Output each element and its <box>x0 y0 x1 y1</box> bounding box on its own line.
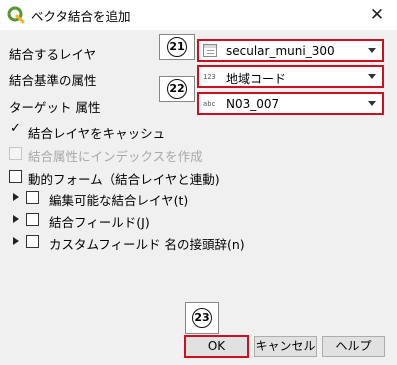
cache-layer-checkbox[interactable]: ✓ <box>9 121 22 137</box>
annotation-marker-23: 23 <box>192 308 212 328</box>
target-field-value: N03_007 <box>226 97 280 111</box>
join-layer-combobox[interactable]: secular_muni_300 <box>197 39 384 62</box>
join-layer-value: secular_muni_300 <box>226 44 335 58</box>
expand-arrow-icon[interactable] <box>13 215 19 223</box>
join-field-label: 結合基準の属性 <box>9 73 97 88</box>
annotation-marker-22: 22 <box>167 79 187 99</box>
join-field-combobox[interactable]: 123 地域コード <box>197 65 384 88</box>
dynamic-form-label: 動的フォーム（結合レイヤと連動) <box>28 172 220 187</box>
editable-layer-checkbox[interactable] <box>26 191 39 204</box>
help-button[interactable]: ヘルプ <box>322 336 385 357</box>
expand-arrow-icon[interactable] <box>13 193 19 201</box>
chevron-down-icon <box>368 101 376 106</box>
chevron-down-icon <box>368 74 376 79</box>
joined-fields-checkbox[interactable] <box>26 213 39 226</box>
annotation-box-23: 23 <box>185 302 219 334</box>
dialog-title: ベクタ結合を追加 <box>31 9 131 24</box>
close-icon: ✕ <box>369 5 385 25</box>
checkmark-icon: ✓ <box>10 121 21 136</box>
custom-prefix-checkbox[interactable] <box>26 235 39 248</box>
chevron-down-icon <box>368 48 376 53</box>
vector-table-icon <box>203 44 217 57</box>
title-bar: ベクタ結合を追加 ✕ <box>0 0 397 30</box>
join-layer-label: 結合するレイヤ <box>9 47 97 62</box>
editable-layer-label: 編集可能な結合レイヤ(t) <box>49 193 189 208</box>
cancel-button[interactable]: キャンセル <box>254 336 317 357</box>
create-index-checkbox <box>9 147 22 160</box>
close-button[interactable]: ✕ <box>365 3 389 27</box>
annotation-box-21: 21 <box>159 34 195 60</box>
expand-arrow-icon[interactable] <box>13 237 19 245</box>
annotation-marker-21: 21 <box>167 37 187 57</box>
integer-type-icon: 123 <box>203 73 216 81</box>
joined-fields-label: 結合フィールド(J) <box>49 215 150 230</box>
ok-button[interactable]: OK <box>184 335 249 358</box>
cache-layer-label: 結合レイヤをキャッシュ <box>28 126 166 141</box>
custom-prefix-label: カスタムフィールド 名の接頭辞(n) <box>49 237 245 252</box>
target-field-combobox[interactable]: abc N03_007 <box>197 92 384 115</box>
dynamic-form-checkbox[interactable] <box>9 170 22 183</box>
join-field-value: 地域コード <box>226 72 287 86</box>
create-index-label: 結合属性にインデックスを作成 <box>28 149 203 164</box>
string-type-icon: abc <box>203 100 216 108</box>
qgis-logo-icon <box>7 6 25 24</box>
target-field-label: ターゲット 属性 <box>9 100 101 115</box>
annotation-box-22: 22 <box>159 76 195 102</box>
